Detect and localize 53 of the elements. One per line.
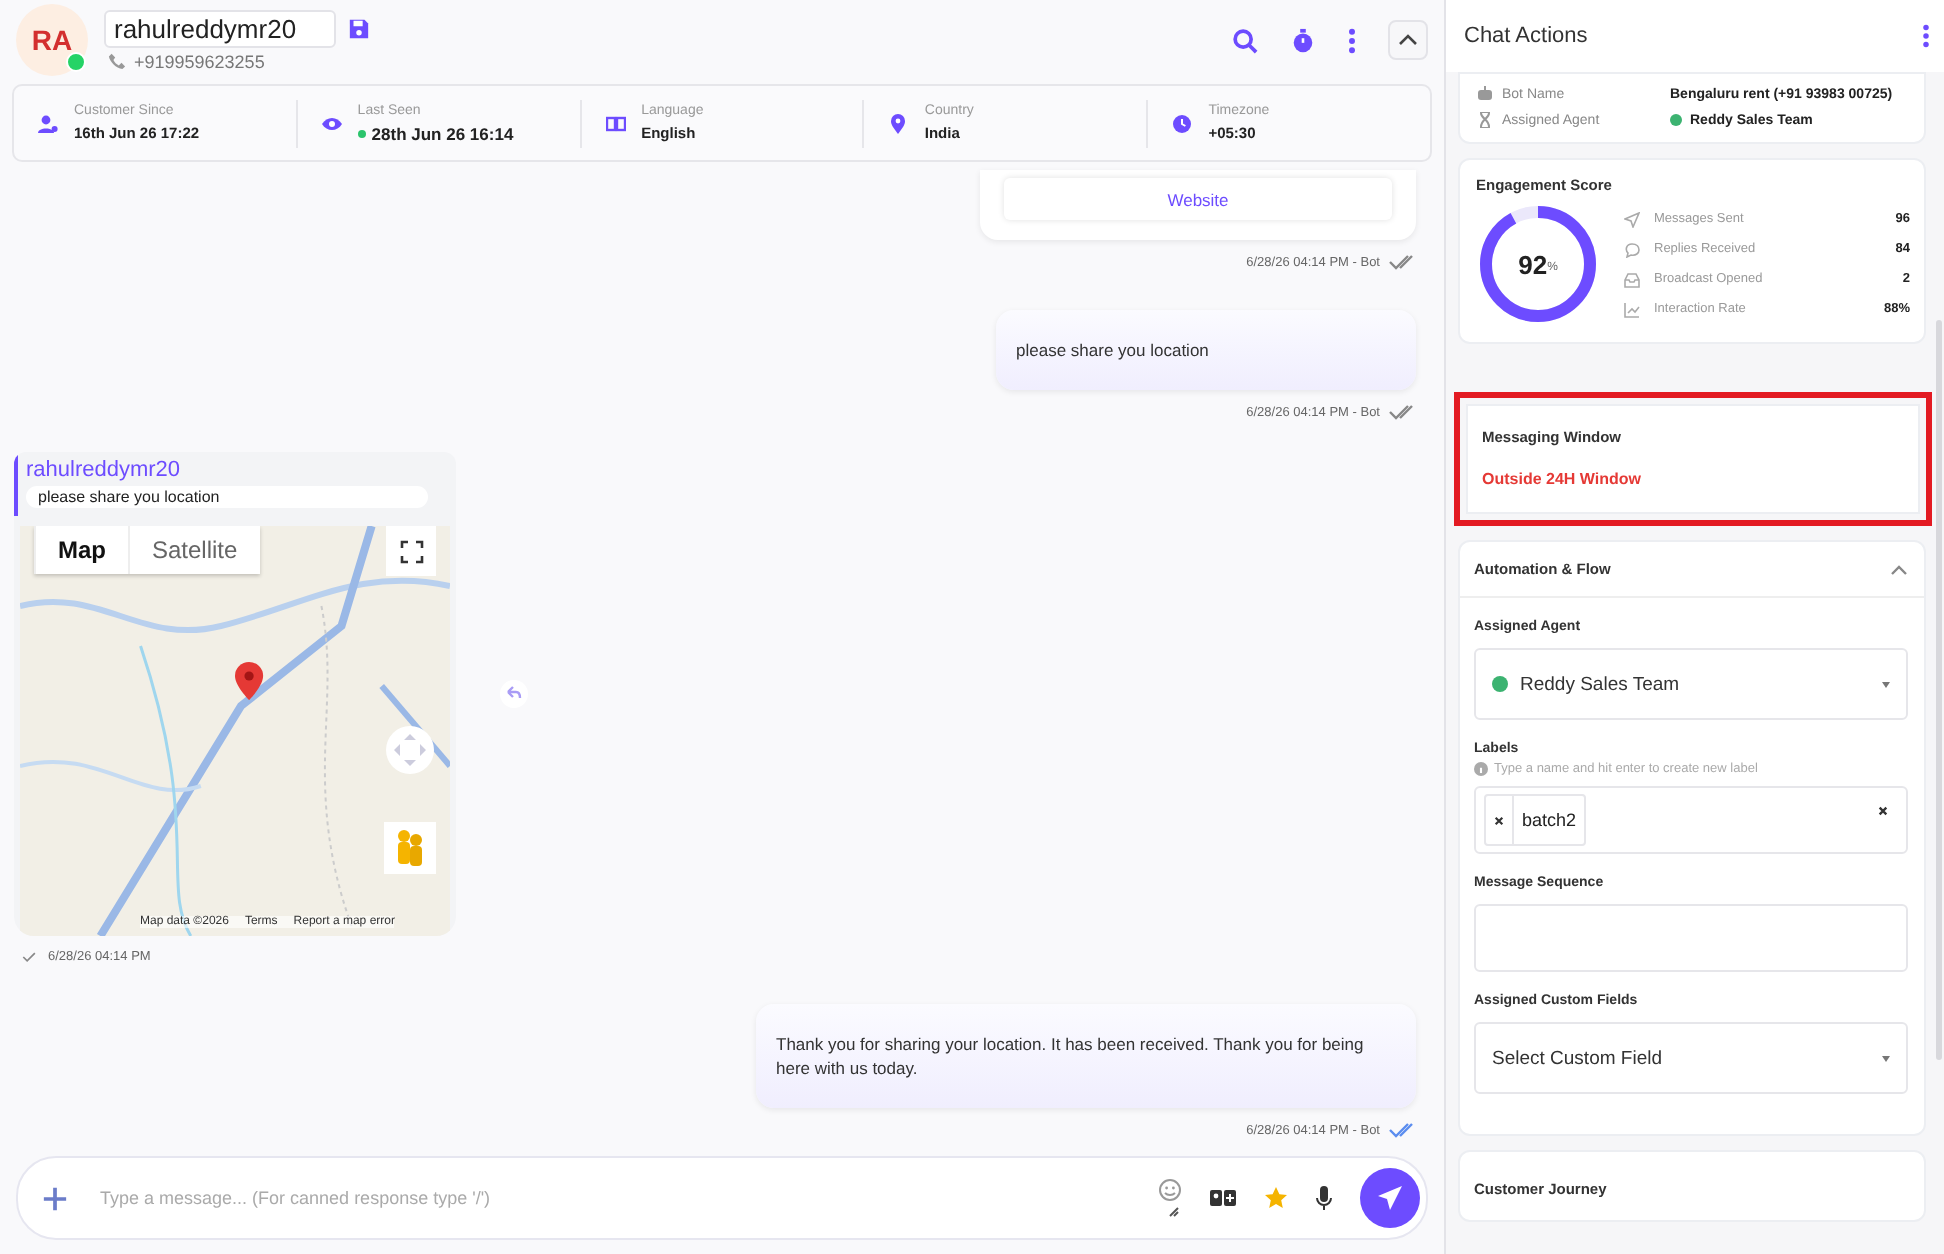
website-button[interactable]: Website [1004, 178, 1392, 220]
labels-field[interactable]: batch2 [1474, 786, 1908, 854]
hourglass-icon [1476, 112, 1494, 128]
clock-icon [1172, 113, 1193, 133]
inbox-icon [1624, 271, 1640, 287]
message-bubble: please share you location [996, 310, 1416, 390]
save-icon[interactable] [348, 17, 370, 39]
score-ring [1476, 202, 1600, 326]
stopwatch-icon[interactable] [1290, 27, 1316, 53]
add-icon[interactable] [42, 1185, 68, 1211]
tag-text: batch2 [1512, 796, 1585, 844]
chevron-up-icon [1398, 34, 1418, 46]
message-bubble: Thank you for sharing your location. It has been received. Thank you for being here with us today. [756, 1004, 1416, 1108]
quote-author: rahulreddymr20 [26, 458, 183, 482]
microphone-icon[interactable] [1316, 1185, 1332, 1211]
search-icon[interactable] [1232, 27, 1258, 53]
map-type-tab[interactable]: Map [34, 526, 128, 574]
paper-plane-icon [1376, 1184, 1404, 1212]
phone-number: +919959623255 [134, 51, 265, 71]
agent-select[interactable]: Reddy Sales Team [1474, 648, 1908, 720]
custom-field-select[interactable]: Select Custom Field [1474, 1022, 1908, 1094]
chat-bubble-icon [1624, 241, 1640, 257]
send-button[interactable] [1360, 1168, 1420, 1228]
collapse-button[interactable] [1388, 20, 1428, 60]
paper-plane-icon [1624, 211, 1640, 227]
chevron-icon[interactable] [1890, 563, 1908, 575]
phone-icon [108, 52, 126, 70]
star-icon[interactable] [1264, 1186, 1288, 1210]
contact-card-icon[interactable] [1210, 1190, 1236, 1206]
panel-title: Chat Actions [1464, 24, 1588, 48]
name-field[interactable]: rahulreddymr20 [104, 9, 336, 47]
book-icon [605, 113, 626, 133]
robot-icon [1476, 86, 1494, 102]
clear-icon[interactable] [1878, 806, 1888, 816]
fullscreen-icon [399, 539, 423, 563]
fullscreen-button[interactable] [386, 526, 436, 576]
window-status: Outside 24H Window [1482, 470, 1643, 488]
more-icon[interactable] [1922, 24, 1930, 48]
map-type-tab[interactable]: Satellite [128, 526, 260, 574]
info-icon [1474, 762, 1488, 776]
location-pin-icon [888, 113, 909, 133]
emoji-icon[interactable] [1158, 1178, 1182, 1218]
agent-status-icon [1670, 114, 1682, 126]
remove-tag-icon[interactable] [1494, 815, 1504, 825]
info-value: 28th Jun 26 16:14 [371, 123, 514, 143]
line-chart-icon [1624, 301, 1640, 317]
eye-icon [321, 113, 342, 133]
person-icon [38, 113, 58, 133]
avatar-initials: RA [31, 24, 73, 56]
score-value: 92 [1518, 249, 1548, 279]
more-icon[interactable] [1348, 27, 1356, 53]
quote-text: please share you location [26, 486, 428, 508]
sequence-field[interactable] [1474, 904, 1908, 972]
